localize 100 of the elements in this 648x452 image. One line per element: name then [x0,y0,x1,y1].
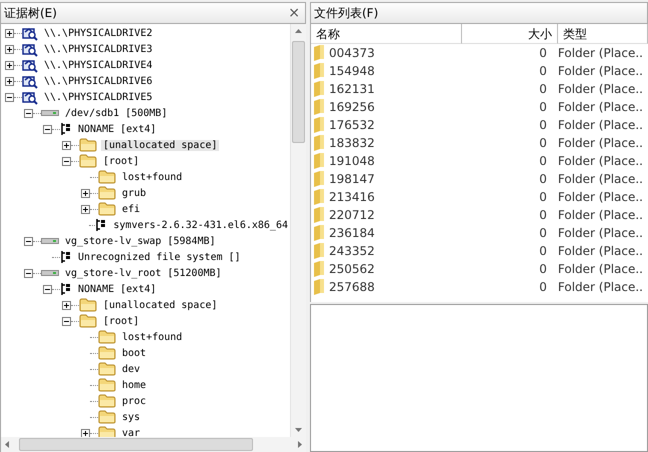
expand-button[interactable] [5,76,14,86]
collapse-button[interactable] [5,92,14,102]
expand-button[interactable] [81,204,90,214]
collapse-button[interactable] [62,156,71,166]
scroll-right-icon[interactable] [298,441,302,448]
file-name[interactable]: 169256 [329,100,375,114]
tree-structure-icon [95,218,108,232]
file-name[interactable]: 162131 [329,82,375,96]
tree-item[interactable]: Unrecognized file system [] [76,252,243,262]
column-header[interactable]: 类型 [558,24,648,44]
tree-item[interactable]: lost+found [120,332,184,342]
file-name[interactable]: 220712 [329,208,375,222]
folder-icon [79,298,97,312]
tree-item[interactable]: \\.\PHYSICALDRIVE4 [42,60,154,70]
tree-item[interactable]: NONAME [ext4] [76,124,158,134]
tree-item[interactable]: symvers-2.6.32-431.el6.x86_64 [111,220,290,230]
file-size: 0 [538,244,548,258]
disk-magnifier-icon [22,42,38,56]
scrollbar-thumb[interactable] [19,438,253,451]
expand-button[interactable] [62,300,71,310]
collapse-button[interactable] [24,108,33,118]
tree-item[interactable]: efi [120,204,142,214]
tree-item[interactable]: var [120,428,142,437]
scrollbar-thumb[interactable] [292,41,305,143]
scroll-left-icon[interactable] [5,441,9,448]
tree-item[interactable]: sys [120,412,142,422]
collapse-button[interactable] [43,124,52,134]
tree-item[interactable]: \\.\PHYSICALDRIVE3 [42,44,154,54]
file-name[interactable]: 198147 [329,172,375,186]
file-type: Folder (Place.. [556,208,644,222]
folder-icon [313,153,325,169]
tree-structure-icon [60,122,72,136]
file-type: Folder (Place.. [556,172,644,186]
expand-button[interactable] [5,60,14,70]
folder-icon [98,170,116,184]
tree-item[interactable]: boot [120,348,148,358]
folder-icon [98,186,116,200]
tree-item[interactable]: lost+found [120,172,184,182]
tree-item[interactable]: [unallocated space] [101,300,220,310]
file-name[interactable]: 257688 [329,280,375,294]
collapse-button[interactable] [24,236,33,246]
file-name[interactable]: 183832 [329,136,375,150]
scroll-down-icon[interactable] [295,428,302,432]
collapse-button[interactable] [24,268,33,278]
file-type: Folder (Place.. [556,100,644,114]
collapse-button[interactable] [62,316,71,326]
file-type: Folder (Place.. [556,244,644,258]
file-size: 0 [538,226,548,240]
panel-title: 证据树(E) [4,4,57,22]
tree-item[interactable]: \\.\PHYSICALDRIVE5 [42,92,154,102]
tree-item[interactable]: /dev/sdb1 [500MB] [63,108,170,118]
file-size: 0 [538,100,548,114]
tree-item[interactable]: [root] [101,316,142,326]
file-type: Folder (Place.. [556,190,644,204]
folder-icon [313,261,325,277]
expand-button[interactable] [62,140,71,150]
tree-item[interactable]: home [120,380,148,390]
expand-button[interactable] [81,428,90,437]
file-name[interactable]: 243352 [329,244,375,258]
tree-item[interactable]: \\.\PHYSICALDRIVE2 [42,28,154,38]
folder-icon [313,117,325,133]
tree-item[interactable]: [unallocated space] [101,140,220,150]
folder-icon [98,394,116,408]
folder-icon [313,63,325,79]
expand-button[interactable] [5,44,14,54]
expand-button[interactable] [81,188,90,198]
tree-item[interactable]: \\.\PHYSICALDRIVE6 [42,76,154,86]
file-name[interactable]: 004373 [329,46,375,60]
folder-icon [313,99,325,115]
file-name[interactable]: 176532 [329,118,375,132]
file-size: 0 [538,118,548,132]
file-type: Folder (Place.. [556,82,644,96]
tree-item[interactable]: grub [120,188,148,198]
column-header[interactable]: 大小 [462,24,558,44]
tree-item[interactable]: proc [120,396,148,406]
close-button[interactable]: × [286,5,302,21]
expand-button[interactable] [5,28,14,38]
file-name[interactable]: 250562 [329,262,375,276]
tree-item[interactable]: vg_store-lv_swap [5984MB] [63,236,218,246]
file-name[interactable]: 236184 [329,226,375,240]
folder-icon [79,314,97,328]
scroll-up-icon[interactable] [295,29,302,33]
folder-icon [313,171,325,187]
file-name[interactable]: 191048 [329,154,375,168]
tree-item[interactable]: dev [120,364,142,374]
file-name[interactable]: 213416 [329,190,375,204]
folder-icon [313,207,325,223]
tree-structure-icon [60,250,72,264]
panel-title: 文件列表(F) [314,4,378,22]
folder-icon [313,135,325,151]
column-header[interactable]: 名称 [311,24,462,44]
collapse-button[interactable] [43,284,52,294]
tree-item[interactable]: NONAME [ext4] [76,284,158,294]
file-name[interactable]: 154948 [329,64,375,78]
tree-item[interactable]: [root] [101,156,142,166]
folder-icon [98,410,116,424]
folder-icon [98,362,116,376]
file-size: 0 [538,154,548,168]
file-size: 0 [538,64,548,78]
tree-item[interactable]: vg_store-lv_root [51200MB] [63,268,224,278]
